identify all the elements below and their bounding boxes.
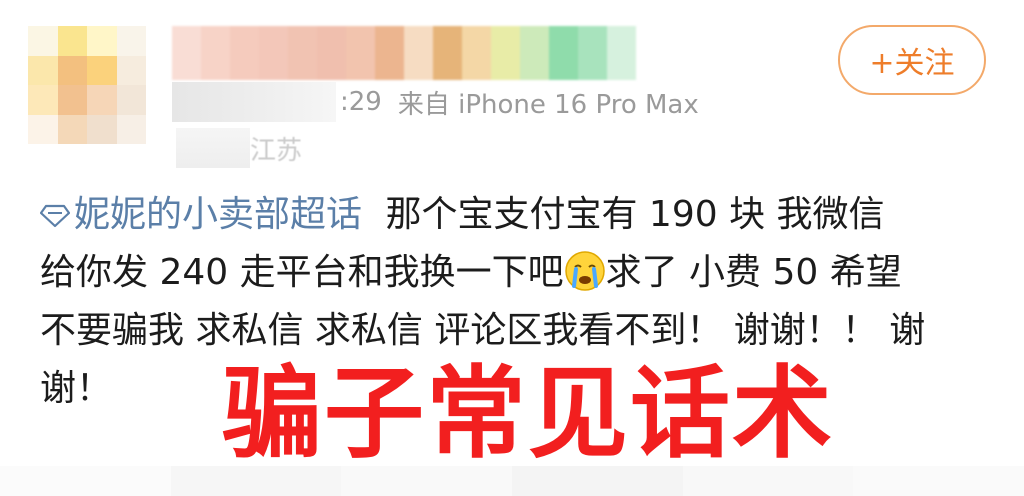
location-text: 江苏 <box>250 135 303 166</box>
post-line-2: 给你发 240 走平台和我换一下吧 求了 小费 50 希望 <box>40 244 988 302</box>
time-mosaic <box>172 82 336 122</box>
scam-warning-overlay: 骗子常见话术 <box>222 355 834 472</box>
location-prefix-mosaic <box>176 128 250 168</box>
topic-label: 妮妮的小卖部超话 <box>74 194 363 235</box>
crying-face-icon <box>564 251 605 291</box>
post-source: 来自 iPhone 16 Pro Max <box>397 89 699 120</box>
username-mosaic[interactable] <box>172 26 636 80</box>
post-text-2b: 求了 小费 50 希望 <box>605 252 902 293</box>
follow-button[interactable]: +关注 <box>838 25 986 95</box>
post-text-2a: 给你发 240 走平台和我换一下吧 <box>40 252 564 293</box>
post-meta: :29 来自 iPhone 16 Pro Max <box>172 82 699 122</box>
post-line-3: 不要骗我 求私信 求私信 评论区我看不到！ 谢谢！！ 谢 <box>40 310 926 351</box>
post-location: 江苏 <box>176 126 302 170</box>
avatar[interactable] <box>28 26 146 144</box>
diamond-icon <box>40 204 70 228</box>
post-text-1: 那个宝支付宝有 190 块 我微信 <box>385 194 885 235</box>
post-line-1: 妮妮的小卖部超话 那个宝支付宝有 190 块 我微信 <box>40 186 988 244</box>
post-time: :29 <box>340 87 382 117</box>
topic-link[interactable]: 妮妮的小卖部超话 <box>40 194 373 235</box>
bottom-action-bar <box>0 466 1024 496</box>
